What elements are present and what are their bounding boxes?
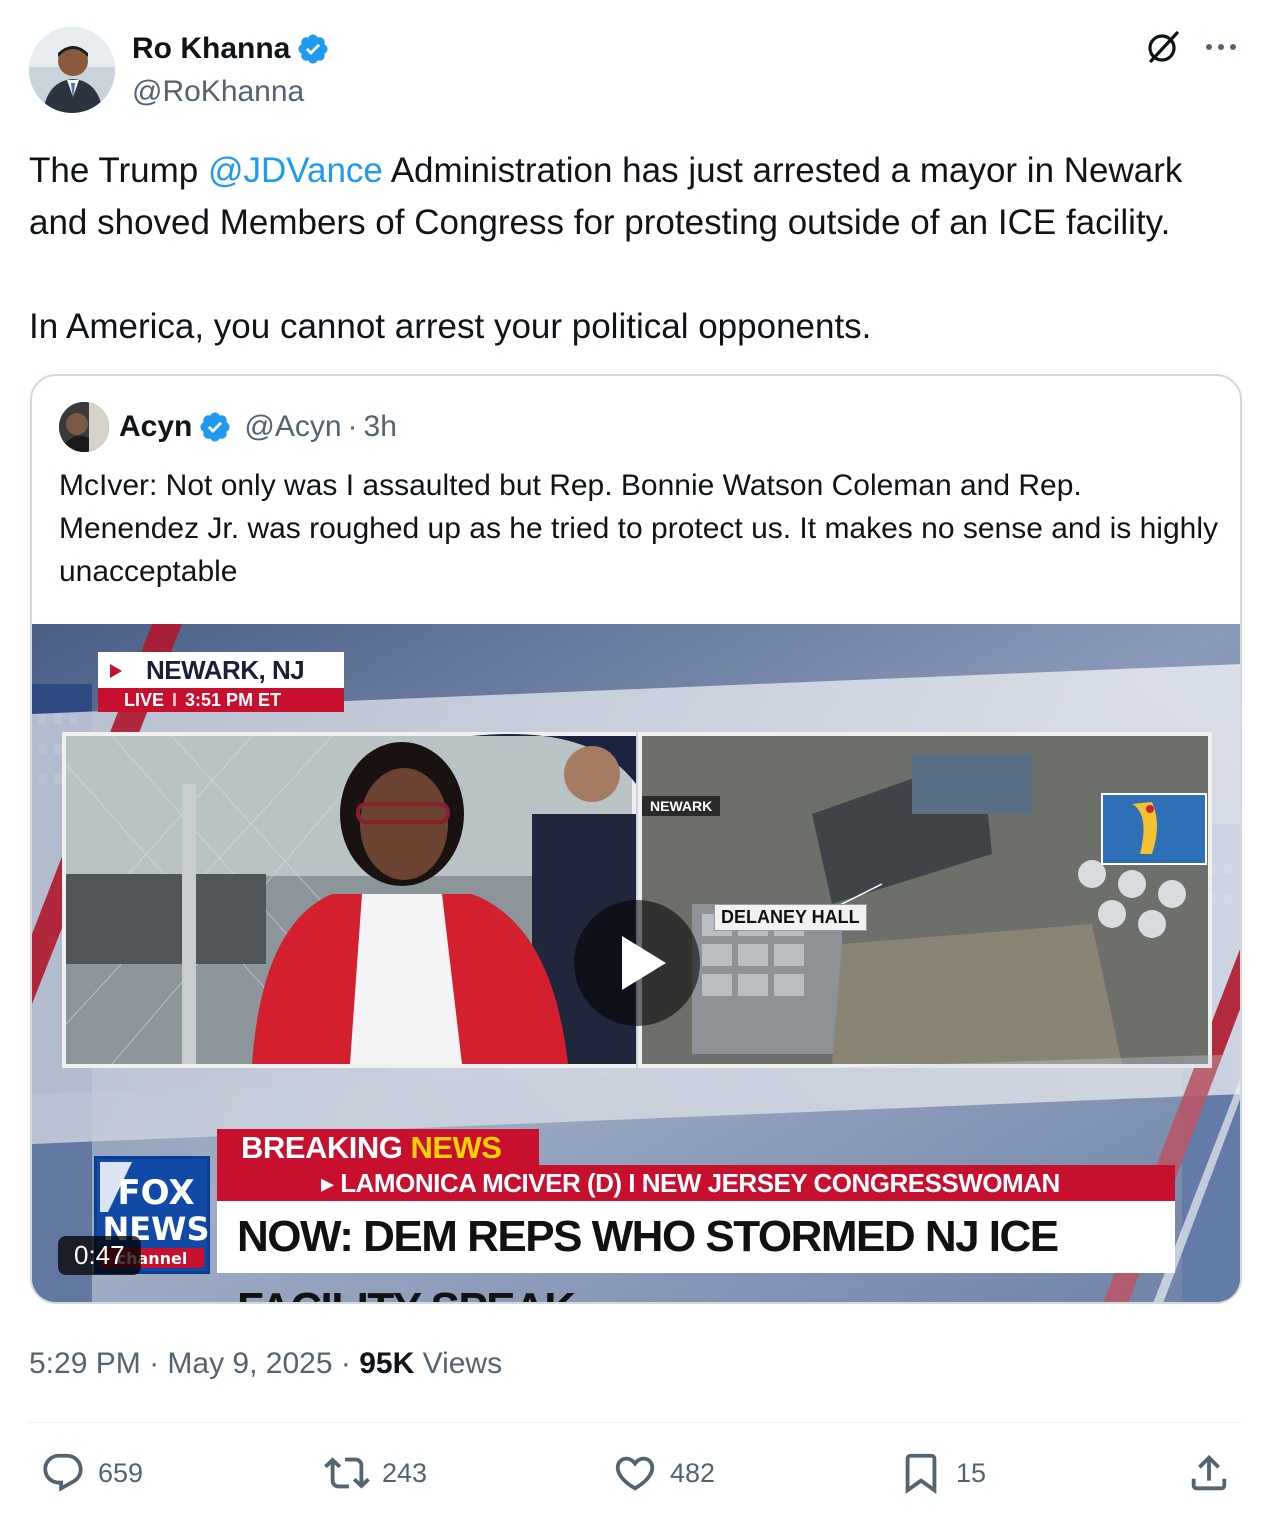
tweet-paragraph-1: The Trump @JDVance Administration has ju… — [29, 145, 1239, 249]
grok-icon[interactable] — [1143, 27, 1183, 67]
ticker-subtitle: ▸ LAMONICA MCIVER (D) I NEW JERSEY CONGR… — [217, 1165, 1175, 1201]
quote-header: Acyn @Acyn · 3h — [59, 402, 397, 452]
views-count: 95K — [359, 1347, 415, 1380]
like-count: 482 — [670, 1457, 716, 1488]
author-name[interactable]: Ro Khanna — [132, 32, 290, 66]
repost-button[interactable]: 243 — [324, 1450, 427, 1496]
location-title: NEWARK, NJ — [98, 652, 344, 688]
like-button[interactable]: 482 — [612, 1450, 715, 1496]
tweet-text: The Trump @JDVance Administration has ju… — [29, 145, 1239, 353]
live-time: 3:51 PM ET — [185, 690, 282, 710]
quote-separator: · — [347, 410, 358, 443]
action-bar: 659 243 482 15 — [0, 1450, 1275, 1506]
video-player[interactable]: NEWARK, NJ LIVE I 3:51 PM ET NEWARK DELANE… — [32, 624, 1240, 1302]
breaking-word: BREAKING — [241, 1130, 403, 1165]
repost-icon — [324, 1457, 370, 1489]
views-label: Views — [422, 1347, 503, 1380]
reply-icon — [43, 1453, 83, 1492]
author-name-row: Ro Khanna — [132, 32, 330, 66]
bookmark-button[interactable]: 15 — [898, 1450, 986, 1496]
repost-count: 243 — [382, 1457, 428, 1488]
breaking-news-banner: BREAKING NEWS — [217, 1129, 539, 1167]
bookmark-count: 15 — [956, 1457, 987, 1488]
bookmark-icon — [905, 1453, 937, 1494]
map-city-label: NEWARK — [642, 796, 721, 816]
tweet-text-start: The Trump — [29, 151, 208, 190]
quote-author-name[interactable]: Acyn — [119, 410, 192, 444]
author-avatar[interactable] — [29, 27, 115, 113]
more-icon[interactable] — [1201, 29, 1241, 65]
post-date[interactable]: May 9, 2025 — [167, 1347, 332, 1380]
tweet-header: Ro Khanna @RoKhanna — [29, 27, 1245, 117]
like-icon — [615, 1456, 655, 1491]
quote-author-handle[interactable]: @Acyn — [244, 410, 341, 444]
ticker-headline: NOW: DEM REPS WHO STORMED NJ ICE FACILIT… — [217, 1201, 1175, 1302]
share-button[interactable] — [1186, 1450, 1232, 1496]
author-handle[interactable]: @RoKhanna — [132, 75, 304, 109]
quote-timestamp[interactable]: 3h — [364, 410, 397, 444]
location-graphic: NEWARK, NJ LIVE I 3:51 PM ET — [98, 652, 344, 712]
tweet-paragraph-2: In America, you cannot arrest your polit… — [29, 307, 872, 346]
live-bar: LIVE I 3:51 PM ET — [98, 688, 344, 712]
logo-fox: FOX — [117, 1173, 194, 1213]
reply-button[interactable]: 659 — [40, 1450, 143, 1496]
quote-text: McIver: Not only was I assaulted but Rep… — [59, 469, 1218, 588]
quote-avatar[interactable] — [59, 402, 109, 452]
play-button[interactable] — [574, 900, 700, 1026]
map-site-label: DELANEY HALL — [714, 904, 867, 931]
verified-badge-icon — [200, 412, 230, 442]
verified-badge-icon — [298, 34, 328, 64]
news-word: NEWS — [410, 1130, 502, 1165]
quoted-tweet[interactable]: Acyn @Acyn · 3h McIver: Not only was I a… — [30, 374, 1242, 1304]
post-time[interactable]: 5:29 PM — [29, 1347, 141, 1380]
share-icon — [1191, 1454, 1227, 1491]
video-duration: 0:47 — [58, 1236, 141, 1275]
live-label: LIVE — [124, 690, 165, 710]
meta-separator: · — [149, 1347, 160, 1380]
divider — [29, 1422, 1242, 1423]
meta-separator: · — [340, 1347, 351, 1380]
play-icon — [622, 936, 666, 990]
mention-link[interactable]: @JDVance — [208, 151, 383, 190]
reply-count: 659 — [98, 1457, 144, 1488]
tweet-meta: 5:29 PM · May 9, 2025 · 95K Views — [29, 1347, 502, 1381]
